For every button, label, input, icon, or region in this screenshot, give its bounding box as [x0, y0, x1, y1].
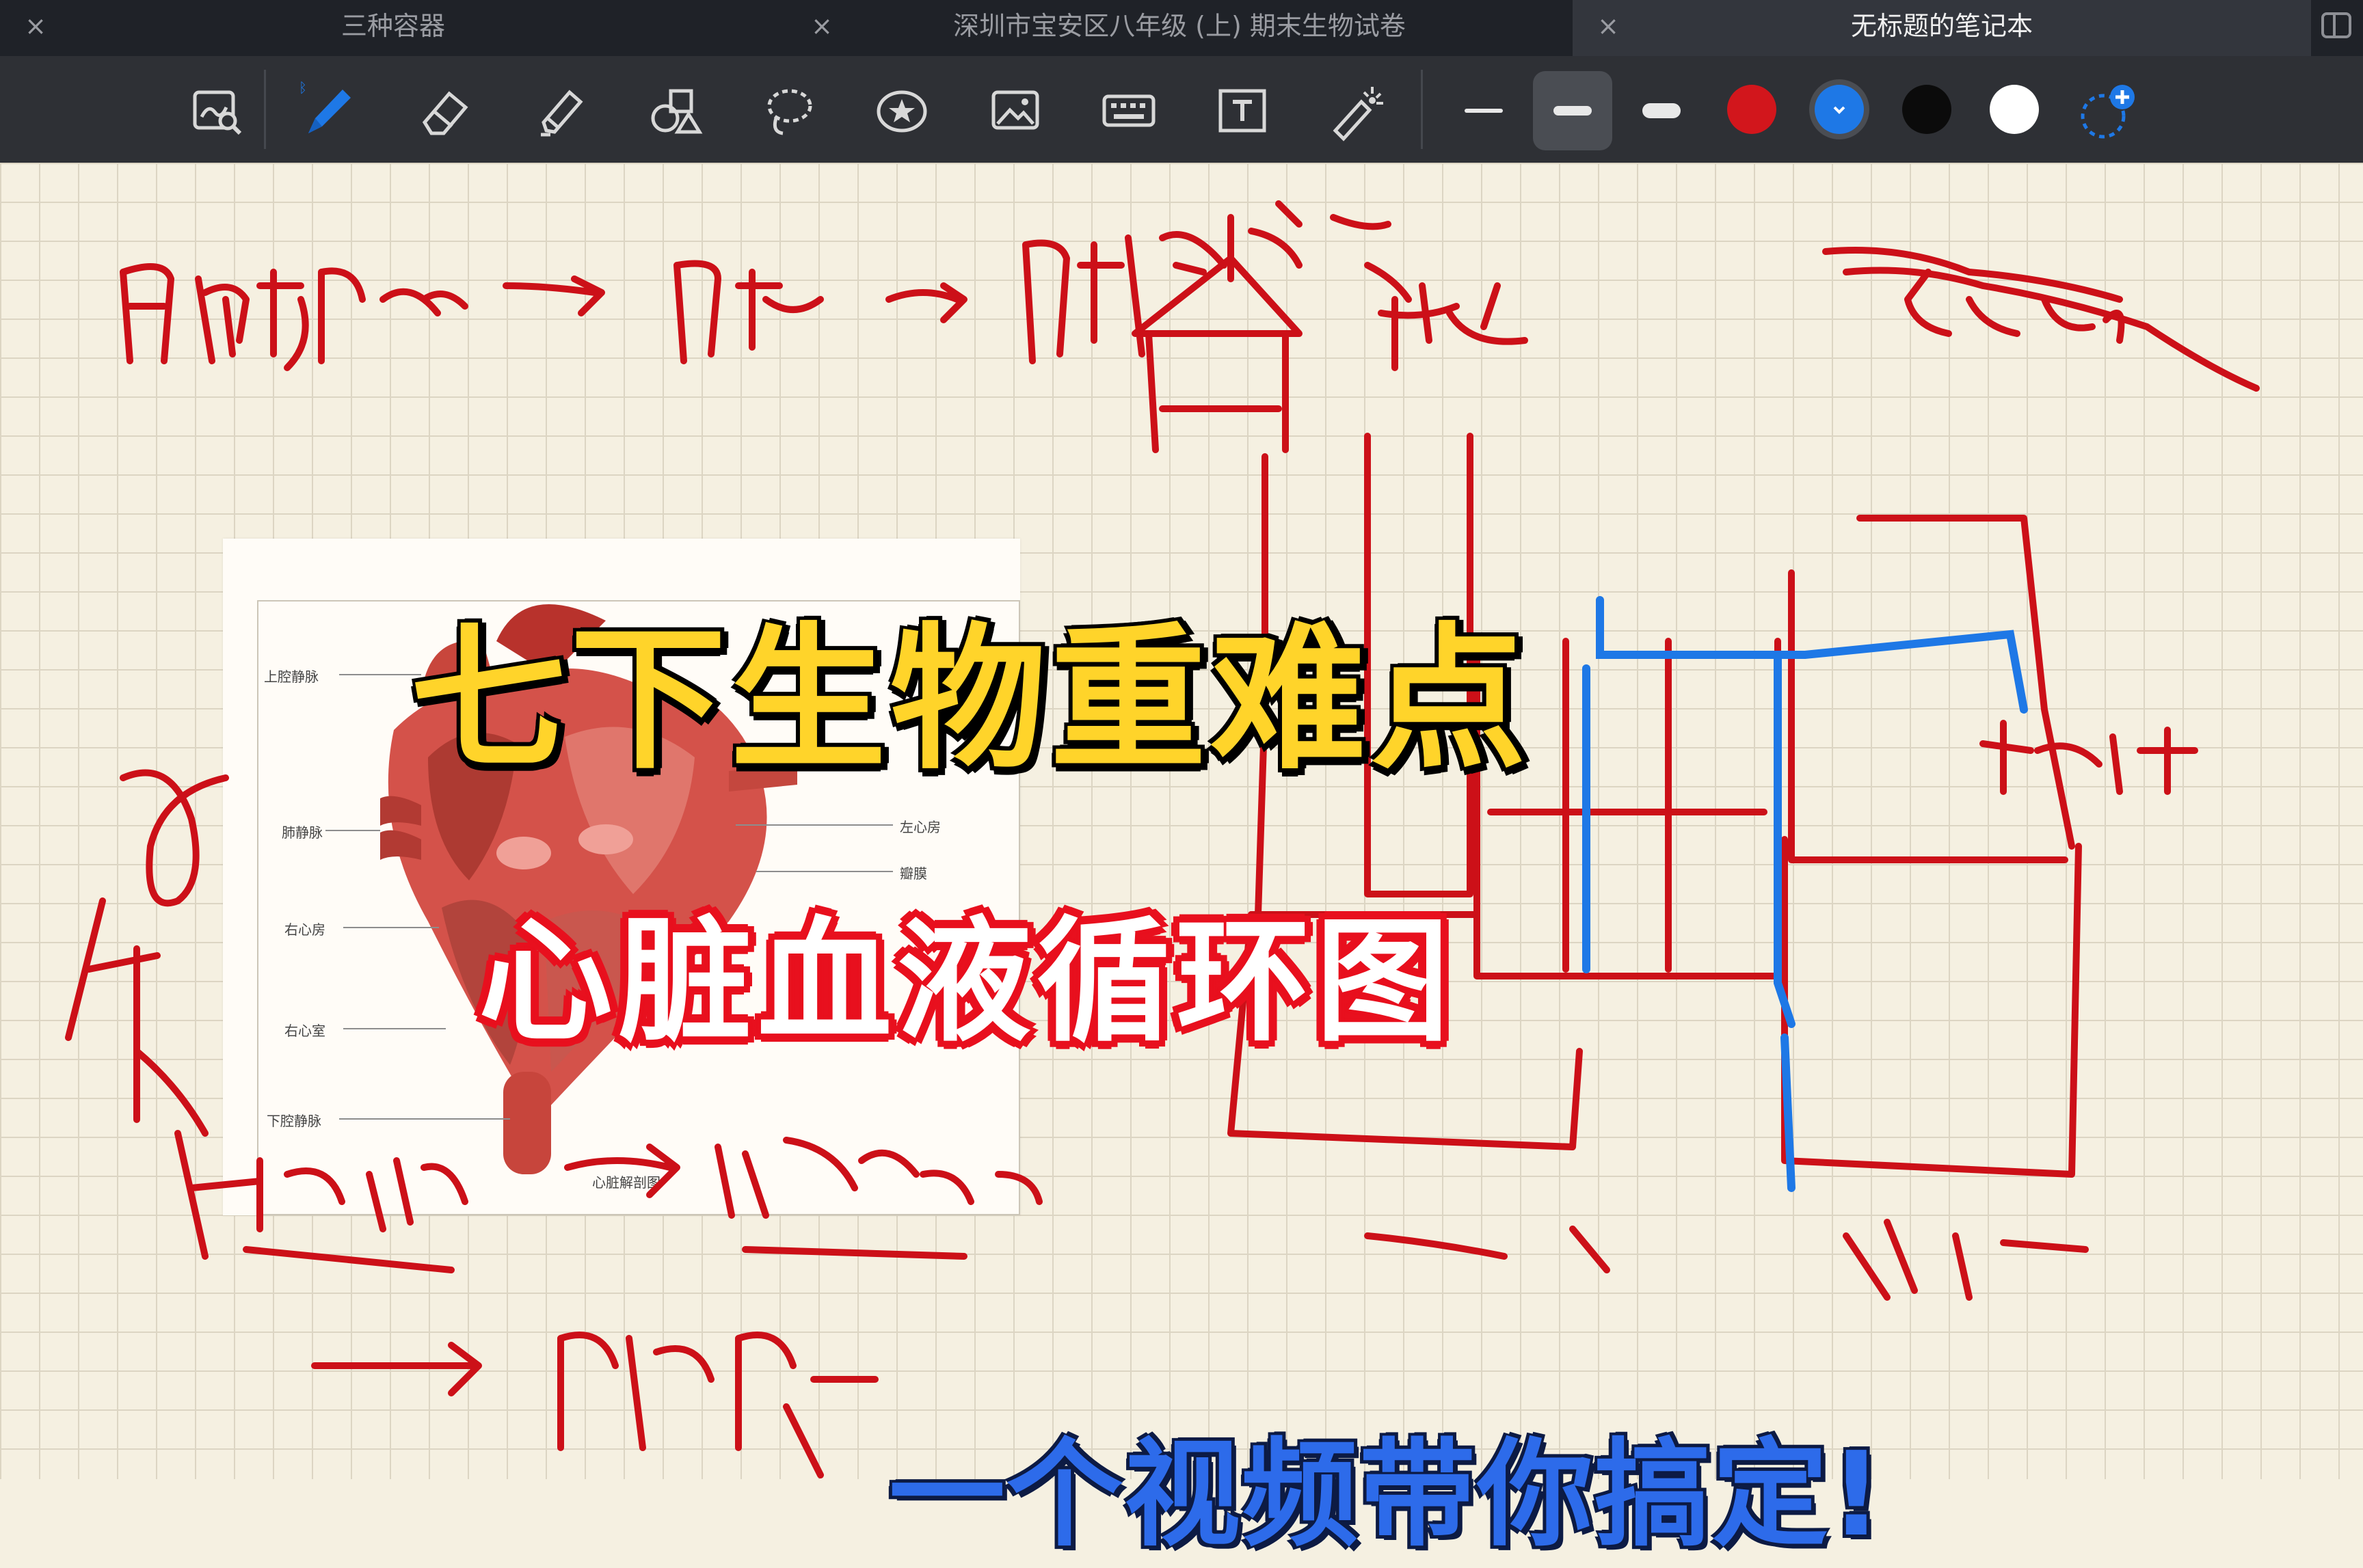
color-swatch-black[interactable]: [1902, 85, 1951, 134]
eraser-icon[interactable]: [403, 70, 484, 150]
stroke-medium-option[interactable]: [1533, 71, 1612, 150]
lasso-icon[interactable]: [748, 70, 829, 150]
image-icon[interactable]: [975, 70, 1056, 150]
zoom-selection-icon[interactable]: [175, 70, 256, 150]
toolbar-divider: [264, 70, 266, 149]
sticker-star-icon[interactable]: [862, 70, 942, 150]
color-swatch-blue[interactable]: [1815, 85, 1864, 134]
handwriting-ink: [65, 200, 2260, 1478]
shapes-icon[interactable]: [633, 70, 714, 150]
sidebar-toggle-icon[interactable]: [2319, 8, 2353, 42]
pen-icon[interactable]: ᛒ: [287, 70, 368, 150]
tab-title: 深圳市宝安区八年级 (上) 期末生物试卷: [953, 11, 1406, 41]
stroke-thick-option[interactable]: [1622, 71, 1701, 150]
overlay-title-sub: 心脏血液循环图: [479, 904, 1456, 1060]
highlighter-icon[interactable]: [520, 70, 600, 150]
stroke-thin-option[interactable]: [1444, 71, 1523, 150]
chevron-down-icon: [1833, 106, 1845, 114]
add-color-icon[interactable]: [2074, 78, 2140, 144]
overlay-title-bottom: 一个视频带你搞定!: [889, 1427, 1884, 1563]
svg-text:ᛒ: ᛒ: [299, 79, 307, 96]
keyboard-icon[interactable]: [1089, 70, 1169, 150]
tab-title: 三种容器: [341, 11, 445, 41]
color-swatch-red[interactable]: [1727, 85, 1776, 134]
tab-shenzhen-exam[interactable]: × 深圳市宝安区八年级 (上) 期末生物试卷: [786, 0, 1573, 56]
tab-sanzhong-rongqi[interactable]: × 三种容器: [0, 0, 786, 56]
toolbar-divider: [1421, 70, 1423, 149]
notebook-canvas[interactable]: 上腔静脉 肺静脉 右心房 右心室 下腔静脉 左心房 瓣膜 心脏解剖图 七下生物重…: [0, 163, 2363, 1563]
overlay-title-main: 七下生物重难点: [410, 608, 1530, 790]
laser-pointer-icon[interactable]: [1316, 70, 1396, 150]
tab-untitled-notebook[interactable]: × 无标题的笔记本: [1573, 0, 2311, 56]
tab-bar: × 三种容器 × 深圳市宝安区八年级 (上) 期末生物试卷 × 无标题的笔记本: [0, 0, 2363, 56]
text-box-icon[interactable]: [1202, 70, 1283, 150]
drawing-toolbar: ᛒ: [0, 56, 2363, 163]
tab-title: 无标题的笔记本: [1850, 11, 2033, 41]
color-swatch-white[interactable]: [1990, 85, 2039, 134]
